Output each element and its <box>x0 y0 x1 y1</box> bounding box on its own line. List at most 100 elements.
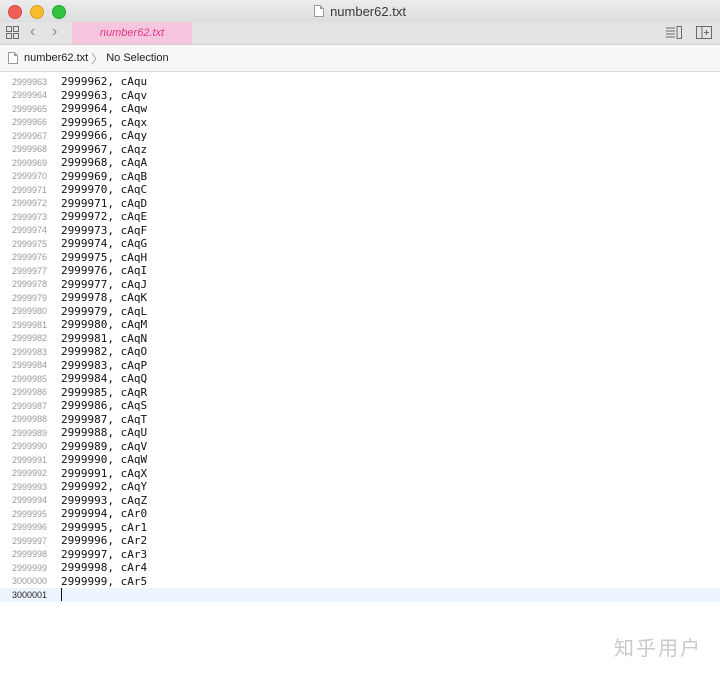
split-view-icon[interactable] <box>696 26 712 39</box>
line-text[interactable]: 2999970, cAqC <box>61 183 147 196</box>
line-text[interactable]: 2999971, cAqD <box>61 197 147 210</box>
breadcrumb-location[interactable]: No Selection <box>106 52 168 64</box>
line-text[interactable]: 2999976, cAqI <box>61 264 147 277</box>
editor-line[interactable]: 2999979 2999978, cAqK <box>0 291 720 305</box>
line-text[interactable]: 2999992, cAqY <box>61 480 147 493</box>
line-text[interactable]: 2999999, cAr5 <box>61 575 147 588</box>
zoom-window-button[interactable] <box>52 5 66 19</box>
line-text[interactable]: 2999989, cAqV <box>61 440 147 453</box>
line-number: 2999999 <box>12 562 48 573</box>
line-text[interactable]: 2999991, cAqX <box>61 467 147 480</box>
editor-line[interactable]: 2999990 2999989, cAqV <box>0 440 720 454</box>
line-text[interactable]: 2999995, cAr1 <box>61 521 147 534</box>
editor-line[interactable]: 2999997 2999996, cAr2 <box>0 534 720 548</box>
editor-line[interactable]: 2999989 2999988, cAqU <box>0 426 720 440</box>
editor-line[interactable]: 2999975 2999974, cAqG <box>0 237 720 251</box>
chevron-right-icon: 〉 <box>91 51 104 66</box>
list-view-icon[interactable] <box>666 26 682 39</box>
editor-line[interactable]: 2999994 2999993, cAqZ <box>0 494 720 508</box>
editor-line[interactable]: 2999998 2999997, cAr3 <box>0 548 720 562</box>
line-number: 2999975 <box>12 238 48 249</box>
editor-line[interactable]: 2999970 2999969, cAqB <box>0 170 720 184</box>
editor-line[interactable]: 2999965 2999964, cAqw <box>0 102 720 116</box>
line-text[interactable]: 2999998, cAr4 <box>61 561 147 574</box>
editor-line[interactable]: 2999966 2999965, cAqx <box>0 116 720 130</box>
line-number: 2999996 <box>12 522 48 533</box>
editor-line[interactable]: 2999992 2999991, cAqX <box>0 467 720 481</box>
line-text[interactable]: 2999984, cAqQ <box>61 372 147 385</box>
text-editor[interactable]: 2999963 2999962, cAqu 2999964 2999963, cAqv… <box>0 72 720 675</box>
line-text[interactable]: 2999982, cAqO <box>61 345 147 358</box>
line-text[interactable]: 2999967, cAqz <box>61 143 147 156</box>
line-text[interactable]: 2999986, cAqS <box>61 399 147 412</box>
editor-line[interactable]: 2999974 2999973, cAqF <box>0 224 720 238</box>
line-text[interactable]: 2999968, cAqA <box>61 156 147 169</box>
editor-line[interactable]: 2999983 2999982, cAqO <box>0 345 720 359</box>
grid-icon[interactable] <box>6 26 19 39</box>
line-text[interactable]: 2999974, cAqG <box>61 237 147 250</box>
editor-line[interactable]: 3000001 <box>0 588 720 602</box>
editor-line[interactable]: 2999978 2999977, cAqJ <box>0 278 720 292</box>
editor-line[interactable]: 3000000 2999999, cAr5 <box>0 575 720 589</box>
line-text[interactable]: 2999979, cAqL <box>61 305 147 318</box>
line-text[interactable]: 2999994, cAr0 <box>61 507 147 520</box>
line-text[interactable]: 2999996, cAr2 <box>61 534 147 547</box>
editor-line[interactable]: 2999977 2999976, cAqI <box>0 264 720 278</box>
line-text[interactable]: 2999988, cAqU <box>61 426 147 439</box>
editor-line[interactable]: 2999987 2999986, cAqS <box>0 399 720 413</box>
editor-line[interactable]: 2999976 2999975, cAqH <box>0 251 720 265</box>
line-text[interactable]: 2999978, cAqK <box>61 291 147 304</box>
line-text[interactable]: 2999973, cAqF <box>61 224 147 237</box>
line-text[interactable]: 2999983, cAqP <box>61 359 147 372</box>
line-text[interactable]: 2999980, cAqM <box>61 318 147 331</box>
editor-line[interactable]: 2999968 2999967, cAqz <box>0 143 720 157</box>
editor-line[interactable]: 2999969 2999968, cAqA <box>0 156 720 170</box>
close-window-button[interactable] <box>8 5 22 19</box>
line-number: 2999968 <box>12 144 48 155</box>
line-text[interactable]: 2999990, cAqW <box>61 453 147 466</box>
line-text[interactable]: 2999993, cAqZ <box>61 494 147 507</box>
editor-line[interactable]: 2999973 2999972, cAqE <box>0 210 720 224</box>
tab-number62[interactable]: number62.txt <box>72 22 192 44</box>
breadcrumb-file[interactable]: number62.txt <box>24 52 88 64</box>
line-number: 2999985 <box>12 373 48 384</box>
minimize-window-button[interactable] <box>30 5 44 19</box>
line-text[interactable]: 2999964, cAqw <box>61 102 147 115</box>
line-number: 3000000 <box>12 576 48 587</box>
line-number: 2999964 <box>12 90 48 101</box>
editor-line[interactable]: 2999981 2999980, cAqM <box>0 318 720 332</box>
line-number: 2999989 <box>12 427 48 438</box>
chevron-left-icon[interactable]: ‹ <box>30 23 35 41</box>
tab-label: number62.txt <box>99 27 165 39</box>
editor-line[interactable]: 2999980 2999979, cAqL <box>0 305 720 319</box>
line-text[interactable]: 2999962, cAqu <box>61 75 147 88</box>
editor-line[interactable]: 2999972 2999971, cAqD <box>0 197 720 211</box>
editor-line[interactable]: 2999984 2999983, cAqP <box>0 359 720 373</box>
line-text[interactable]: 2999963, cAqv <box>61 89 147 102</box>
editor-line[interactable]: 2999986 2999985, cAqR <box>0 386 720 400</box>
editor-line[interactable]: 2999985 2999984, cAqQ <box>0 372 720 386</box>
line-text[interactable]: 2999985, cAqR <box>61 386 147 399</box>
editor-line[interactable]: 2999999 2999998, cAr4 <box>0 561 720 575</box>
editor-line[interactable]: 2999967 2999966, cAqy <box>0 129 720 143</box>
editor-line[interactable]: 2999988 2999987, cAqT <box>0 413 720 427</box>
line-text[interactable]: 2999987, cAqT <box>61 413 147 426</box>
line-text[interactable]: 2999997, cAr3 <box>61 548 147 561</box>
editor-line[interactable]: 2999993 2999992, cAqY <box>0 480 720 494</box>
editor-line[interactable]: 2999991 2999990, cAqW <box>0 453 720 467</box>
line-text[interactable]: 2999977, cAqJ <box>61 278 147 291</box>
editor-line[interactable]: 2999996 2999995, cAr1 <box>0 521 720 535</box>
line-text[interactable]: 2999975, cAqH <box>61 251 147 264</box>
editor-line[interactable]: 2999982 2999981, cAqN <box>0 332 720 346</box>
editor-line[interactable]: 2999971 2999970, cAqC <box>0 183 720 197</box>
editor-line[interactable]: 2999995 2999994, cAr0 <box>0 507 720 521</box>
editor-line[interactable]: 2999963 2999962, cAqu <box>0 75 720 89</box>
line-text[interactable]: 2999965, cAqx <box>61 116 147 129</box>
editor-line[interactable]: 2999964 2999963, cAqv <box>0 89 720 103</box>
line-text[interactable]: 2999966, cAqy <box>61 129 147 142</box>
line-text[interactable]: 2999972, cAqE <box>61 210 147 223</box>
line-number: 2999990 <box>12 441 48 452</box>
line-text[interactable]: 2999981, cAqN <box>61 332 147 345</box>
chevron-right-icon[interactable]: › <box>52 23 57 41</box>
line-text[interactable]: 2999969, cAqB <box>61 170 147 183</box>
